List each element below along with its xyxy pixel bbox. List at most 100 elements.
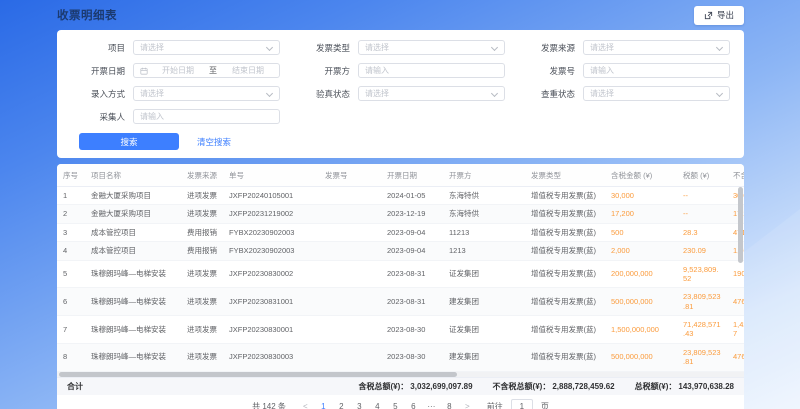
invoice-date-range[interactable]: 开始日期 至 结束日期 (133, 63, 280, 78)
filter-actions: 搜索 清空搜索 (71, 133, 730, 150)
cell-issuer: 证发集团 (443, 316, 525, 344)
clear-search-link[interactable]: 清空搜索 (197, 136, 231, 148)
col-header-invoice-no: 发票号 (319, 164, 381, 187)
cell-date: 2023-12-19 (381, 205, 443, 223)
cell-order-no: JXFP20230830001 (223, 316, 319, 344)
cell-net: 1,428,571,428.57 (727, 316, 744, 344)
page-button-2[interactable]: 2 (335, 399, 348, 409)
page-button-6[interactable]: 6 (407, 399, 420, 409)
goto-page-input[interactable] (511, 399, 533, 409)
summary-net-total: 不含税总额(¥)：2,888,728,459.62 (493, 381, 615, 392)
cell-no: 7 (57, 316, 85, 344)
issuer-input[interactable] (365, 66, 498, 75)
end-date-placeholder: 结束日期 (223, 65, 273, 76)
table-row: 4 成本管控项目 费用报销 FYBX20230902003 2023-09-04… (57, 242, 744, 260)
cell-issuer: 11213 (443, 223, 525, 241)
invoice-source-select[interactable]: 请选择 (583, 40, 730, 55)
duplicate-status-select[interactable]: 请选择 (583, 86, 730, 101)
invoice-number-input[interactable] (590, 66, 723, 75)
project-placeholder: 请选择 (140, 42, 266, 53)
chevron-down-icon (716, 90, 723, 97)
project-select[interactable]: 请选择 (133, 40, 280, 55)
cell-source: 进项发票 (181, 187, 223, 205)
more-pages-icon[interactable]: ··· (425, 399, 438, 409)
cell-tax: 23,809,523.81 (677, 343, 727, 371)
cell-tax: 9,523,809.52 (677, 260, 727, 288)
col-header-tax: 税额 (¥) (677, 164, 727, 187)
cell-net: 476,190,476.19 (727, 288, 744, 316)
duplicate-status-placeholder: 请选择 (590, 88, 716, 99)
cell-no: 5 (57, 260, 85, 288)
total-count: 共 142 条 (252, 401, 286, 409)
cell-project: 金融大厦采购项目 (85, 187, 181, 205)
cell-amount: 17,200 (605, 205, 677, 223)
cell-issuer: 东海特供 (443, 205, 525, 223)
cell-no: 2 (57, 205, 85, 223)
cell-type: 增值税专用发票(蓝) (525, 242, 605, 260)
table-body: 1 金融大厦采购项目 进项发票 JXFP20240105001 2024-01-… (57, 187, 744, 372)
invoice-source-label: 发票来源 (521, 42, 575, 54)
invoice-type-select[interactable]: 请选择 (358, 40, 505, 55)
chevron-down-icon (491, 90, 498, 97)
entry-method-select[interactable]: 请选择 (133, 86, 280, 101)
date-range-separator: 至 (209, 65, 217, 76)
page-button-1[interactable]: 1 (317, 399, 330, 409)
cell-project: 珠穆朗玛峰—电梯安装 (85, 343, 181, 371)
horizontal-scrollbar[interactable] (57, 372, 744, 377)
cell-type: 增值税专用发票(蓝) (525, 223, 605, 241)
cell-no: 6 (57, 288, 85, 316)
cell-issuer: 建发集团 (443, 343, 525, 371)
page-button-3[interactable]: 3 (353, 399, 366, 409)
cell-amount: 500 (605, 223, 677, 241)
invoice-number-label: 发票号 (521, 65, 575, 77)
chevron-down-icon (266, 44, 273, 51)
table-scroll-area: 序号 项目名称 发票来源 单号 发票号 开票日期 开票方 发票类型 含税金额 (… (57, 164, 744, 372)
cell-no: 1 (57, 187, 85, 205)
page-header: 收票明细表 导出 (57, 0, 744, 30)
entry-method-label: 录入方式 (71, 88, 125, 100)
prev-page-button[interactable]: < (299, 399, 312, 409)
issuer-label: 开票方 (296, 65, 350, 77)
col-header-date: 开票日期 (381, 164, 443, 187)
export-button[interactable]: 导出 (694, 6, 744, 25)
cell-invoice-no (319, 260, 381, 288)
invoice-source-placeholder: 请选择 (590, 42, 716, 53)
page-button-8[interactable]: 8 (443, 399, 456, 409)
cell-tax: -- (677, 205, 727, 223)
calendar-icon (140, 67, 148, 75)
cell-issuer: 1213 (443, 242, 525, 260)
table-row: 5 珠穆朗玛峰—电梯安装 进项发票 JXFP20230830002 2023-0… (57, 260, 744, 288)
col-header-no: 序号 (57, 164, 85, 187)
search-button[interactable]: 搜索 (79, 133, 179, 150)
cell-order-no: JXFP20231219002 (223, 205, 319, 223)
horizontal-scrollbar-thumb[interactable] (59, 372, 457, 377)
cell-no: 8 (57, 343, 85, 371)
filter-field-entry-method: 录入方式 请选择 (71, 86, 280, 101)
cell-tax: -- (677, 187, 727, 205)
collector-input[interactable] (140, 112, 273, 121)
invoice-date-label: 开票日期 (71, 65, 125, 77)
summary-items: 含税总额(¥)：3,032,699,097.89 不含税总额(¥)：2,888,… (358, 381, 734, 392)
vertical-scrollbar[interactable] (738, 187, 743, 263)
cell-amount: 1,500,000,000 (605, 316, 677, 344)
filter-field-collector: 采集人 (71, 109, 280, 124)
table-row: 7 珠穆朗玛峰—电梯安装 进项发票 JXFP20230830001 2023-0… (57, 316, 744, 344)
cell-amount: 30,000 (605, 187, 677, 205)
cell-date: 2023-09-04 (381, 223, 443, 241)
page-button-4[interactable]: 4 (371, 399, 384, 409)
cell-source: 费用报销 (181, 223, 223, 241)
invoice-type-placeholder: 请选择 (365, 42, 491, 53)
cell-order-no: FYBX20230902003 (223, 242, 319, 260)
verify-status-select[interactable]: 请选择 (358, 86, 505, 101)
table-row: 1 金融大厦采购项目 进项发票 JXFP20240105001 2024-01-… (57, 187, 744, 205)
cell-project: 成本管控项目 (85, 223, 181, 241)
cell-date: 2023-09-04 (381, 242, 443, 260)
page-button-5[interactable]: 5 (389, 399, 402, 409)
cell-invoice-no (319, 288, 381, 316)
cell-invoice-no (319, 223, 381, 241)
cell-tax: 230.09 (677, 242, 727, 260)
cell-issuer: 东海特供 (443, 187, 525, 205)
next-page-button[interactable]: > (461, 399, 474, 409)
page-list: 123456 ··· 8 (317, 399, 456, 409)
table-row: 2 金融大厦采购项目 进项发票 JXFP20231219002 2023-12-… (57, 205, 744, 223)
